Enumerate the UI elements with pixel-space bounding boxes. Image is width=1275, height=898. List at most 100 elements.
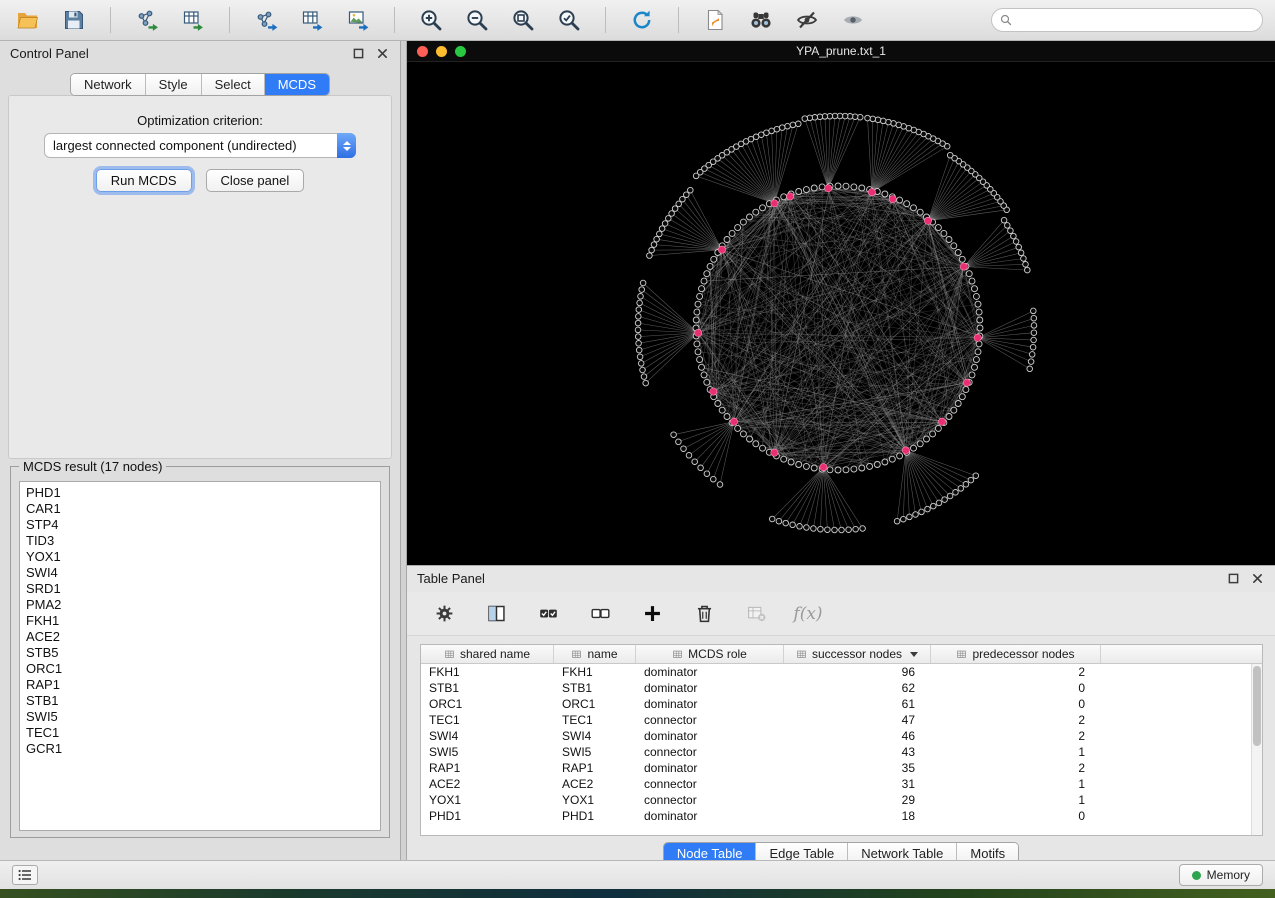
cell-successor-nodes[interactable]: 96: [784, 665, 931, 679]
settings-button[interactable]: [431, 601, 457, 627]
show-button[interactable]: [837, 4, 869, 36]
cell-predecessor-nodes[interactable]: 0: [931, 681, 1101, 695]
delete-button[interactable]: [691, 601, 717, 627]
table-row[interactable]: PHD1PHD1dominator180: [421, 808, 1251, 824]
cell-shared-name[interactable]: SWI4: [421, 729, 554, 743]
control-panel-float-button[interactable]: [350, 45, 366, 61]
cell-predecessor-nodes[interactable]: 2: [931, 761, 1101, 775]
cell-shared-name[interactable]: FKH1: [421, 665, 554, 679]
chevron-down-icon[interactable]: [910, 652, 918, 657]
control-panel-close-button[interactable]: [374, 45, 390, 61]
scrollbar-thumb[interactable]: [1253, 666, 1261, 746]
table-row[interactable]: YOX1YOX1connector291: [421, 792, 1251, 808]
tab-mcds[interactable]: MCDS: [265, 74, 329, 95]
zoom-out-button[interactable]: [461, 4, 493, 36]
cell-successor-nodes[interactable]: 29: [784, 793, 931, 807]
column-header-predecessor-nodes[interactable]: predecessor nodes: [931, 645, 1101, 663]
export-table-button[interactable]: [296, 4, 328, 36]
zoom-fit-button[interactable]: [507, 4, 539, 36]
table-row[interactable]: ACE2ACE2connector311: [421, 776, 1251, 792]
cell-successor-nodes[interactable]: 61: [784, 697, 931, 711]
table-row[interactable]: SWI5SWI5connector431: [421, 744, 1251, 760]
cell-mcds-role[interactable]: connector: [636, 745, 784, 759]
export-network-button[interactable]: [250, 4, 282, 36]
table-panel-float-button[interactable]: [1225, 570, 1241, 586]
minimize-window-icon[interactable]: [436, 46, 447, 57]
cell-name[interactable]: SWI5: [554, 745, 636, 759]
import-table-button[interactable]: [177, 4, 209, 36]
mcds-result-list[interactable]: PHD1CAR1STP4TID3YOX1SWI4SRD1PMA2FKH1ACE2…: [19, 481, 381, 831]
cell-successor-nodes[interactable]: 43: [784, 745, 931, 759]
table-row[interactable]: RAP1RAP1dominator352: [421, 760, 1251, 776]
column-header-MCDS-role[interactable]: MCDS role: [636, 645, 784, 663]
cell-name[interactable]: TEC1: [554, 713, 636, 727]
import-network-button[interactable]: [131, 4, 163, 36]
table-row[interactable]: SWI4SWI4dominator462: [421, 728, 1251, 744]
cell-predecessor-nodes[interactable]: 1: [931, 777, 1101, 791]
cell-successor-nodes[interactable]: 31: [784, 777, 931, 791]
cell-shared-name[interactable]: RAP1: [421, 761, 554, 775]
cell-mcds-role[interactable]: dominator: [636, 729, 784, 743]
cell-successor-nodes[interactable]: 62: [784, 681, 931, 695]
find-button[interactable]: [745, 4, 777, 36]
cell-predecessor-nodes[interactable]: 0: [931, 809, 1101, 823]
column-header-shared-name[interactable]: shared name: [421, 645, 554, 663]
cell-name[interactable]: YOX1: [554, 793, 636, 807]
cell-predecessor-nodes[interactable]: 2: [931, 713, 1101, 727]
close-panel-button[interactable]: Close panel: [206, 169, 305, 192]
table-row[interactable]: FKH1FKH1dominator962: [421, 664, 1251, 680]
close-window-icon[interactable]: [417, 46, 428, 57]
cell-predecessor-nodes[interactable]: 0: [931, 697, 1101, 711]
table-row[interactable]: TEC1TEC1connector472: [421, 712, 1251, 728]
tab-select[interactable]: Select: [202, 74, 265, 95]
cell-mcds-role[interactable]: connector: [636, 713, 784, 727]
cell-name[interactable]: PHD1: [554, 809, 636, 823]
cell-name[interactable]: ACE2: [554, 777, 636, 791]
cell-successor-nodes[interactable]: 46: [784, 729, 931, 743]
cell-shared-name[interactable]: ORC1: [421, 697, 554, 711]
run-mcds-button[interactable]: Run MCDS: [96, 169, 192, 192]
tab-style[interactable]: Style: [146, 74, 202, 95]
cell-successor-nodes[interactable]: 35: [784, 761, 931, 775]
cell-predecessor-nodes[interactable]: 1: [931, 745, 1101, 759]
network-canvas[interactable]: [407, 62, 1275, 565]
open-button[interactable]: [12, 4, 44, 36]
cell-mcds-role[interactable]: dominator: [636, 697, 784, 711]
table-panel-close-button[interactable]: [1249, 570, 1265, 586]
memory-button[interactable]: Memory: [1179, 864, 1263, 886]
cell-mcds-role[interactable]: connector: [636, 793, 784, 807]
column-header-successor-nodes[interactable]: successor nodes: [784, 645, 931, 663]
columns-button[interactable]: [483, 601, 509, 627]
column-header-name[interactable]: name: [554, 645, 636, 663]
cell-predecessor-nodes[interactable]: 1: [931, 793, 1101, 807]
hide-button[interactable]: [791, 4, 823, 36]
cell-mcds-role[interactable]: dominator: [636, 761, 784, 775]
export-image-button[interactable]: [342, 4, 374, 36]
cell-mcds-role[interactable]: dominator: [636, 681, 784, 695]
table-row[interactable]: ORC1ORC1dominator610: [421, 696, 1251, 712]
cell-successor-nodes[interactable]: 18: [784, 809, 931, 823]
select-all-button[interactable]: [535, 601, 561, 627]
save-button[interactable]: [58, 4, 90, 36]
cell-shared-name[interactable]: STB1: [421, 681, 554, 695]
zoom-selected-button[interactable]: [553, 4, 585, 36]
cell-shared-name[interactable]: TEC1: [421, 713, 554, 727]
cell-name[interactable]: RAP1: [554, 761, 636, 775]
add-button[interactable]: [639, 601, 665, 627]
cell-shared-name[interactable]: PHD1: [421, 809, 554, 823]
import-disabled-button[interactable]: [743, 601, 769, 627]
table-scrollbar[interactable]: [1251, 664, 1262, 835]
cell-name[interactable]: FKH1: [554, 665, 636, 679]
menu-button[interactable]: [12, 865, 38, 885]
refresh-button[interactable]: [626, 4, 658, 36]
cell-successor-nodes[interactable]: 47: [784, 713, 931, 727]
cell-shared-name[interactable]: ACE2: [421, 777, 554, 791]
cell-shared-name[interactable]: YOX1: [421, 793, 554, 807]
cell-shared-name[interactable]: SWI5: [421, 745, 554, 759]
cell-name[interactable]: STB1: [554, 681, 636, 695]
deselect-all-button[interactable]: [587, 601, 613, 627]
search-input[interactable]: [1018, 13, 1254, 27]
cell-mcds-role[interactable]: dominator: [636, 665, 784, 679]
cell-mcds-role[interactable]: dominator: [636, 809, 784, 823]
optimization-criterion-dropdown[interactable]: largest connected component (undirected): [44, 133, 356, 158]
